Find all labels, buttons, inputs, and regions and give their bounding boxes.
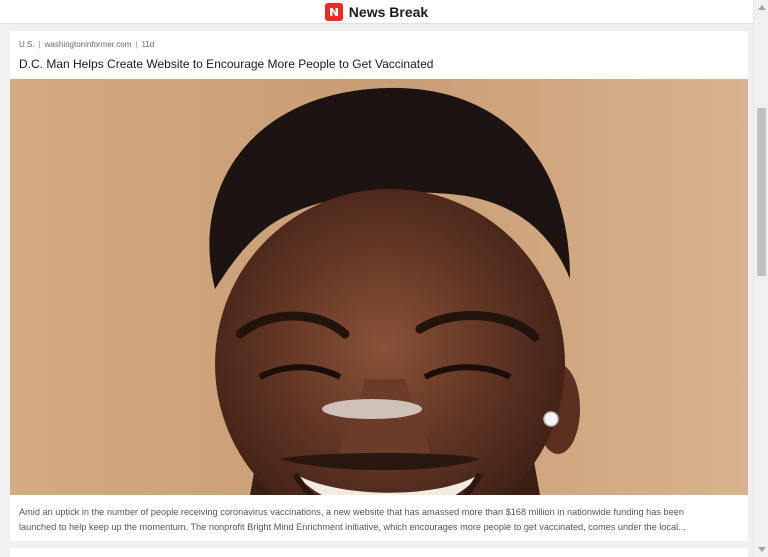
article-image[interactable] (10, 79, 748, 495)
article-category[interactable]: U.S. (19, 40, 35, 49)
article-meta: U.S. | washingtoninformer.com | 11d (19, 40, 154, 49)
article-headline[interactable]: D.C. Man Helps Create Website to Encoura… (19, 57, 433, 71)
news-break-logo-icon[interactable] (324, 2, 343, 21)
meta-separator: | (38, 40, 41, 49)
brand-name[interactable]: News Break (349, 4, 428, 20)
next-news-card[interactable] (10, 548, 748, 557)
article-summary[interactable]: Amid an uptick in the number of people r… (19, 505, 741, 534)
meta-separator: | (135, 40, 138, 49)
app-header: News Break (0, 0, 753, 24)
scroll-down-arrow-icon[interactable] (758, 547, 766, 552)
article-age: 11d (141, 40, 155, 49)
summary-line: launched to help keep up the momentum. T… (19, 521, 686, 532)
news-card[interactable]: U.S. | washingtoninformer.com | 11d D.C. Man… (10, 31, 748, 541)
summary-line: Amid an uptick in the number of people r… (19, 507, 684, 517)
scroll-up-arrow-icon[interactable] (758, 5, 766, 10)
scrollbar[interactable] (753, 0, 768, 557)
scrollbar-thumb[interactable] (757, 108, 766, 276)
article-source[interactable]: washingtoninformer.com (45, 40, 132, 49)
